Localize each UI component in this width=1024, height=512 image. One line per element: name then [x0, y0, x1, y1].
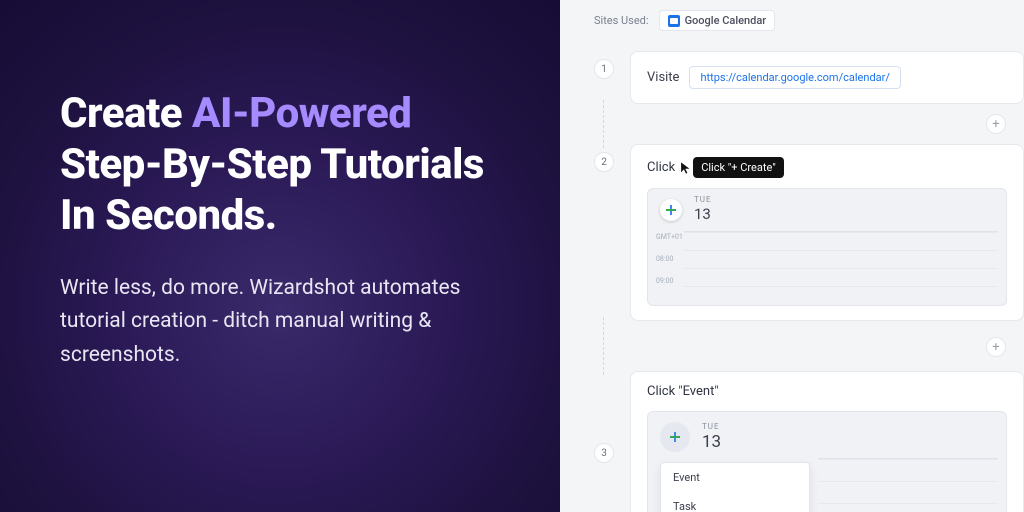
step-2-title: Click Click "+ Create": [647, 157, 1007, 178]
add-step-button[interactable]: +: [986, 337, 1006, 357]
step-1-action-label: Visite: [647, 70, 679, 85]
step-3: 3 Click "Event" TUE 13 Event Task: [594, 371, 1024, 512]
hero-headline: Create AI-Powered Step-By-Step Tutorials…: [60, 88, 510, 242]
step-2-number: 2: [594, 152, 614, 172]
google-calendar-icon: [668, 15, 680, 27]
hero-subcopy: Write less, do more. Wizardshot automate…: [60, 272, 490, 373]
menu-item-event[interactable]: Event: [661, 463, 809, 492]
site-chip-label: Google Calendar: [685, 14, 767, 27]
time-column: GMT+01 08:00 09:00: [656, 233, 683, 285]
cursor-icon: [679, 161, 693, 175]
step-1-url[interactable]: https://calendar.google.com/calendar/: [689, 66, 900, 89]
day-abbrev: TUE: [694, 195, 712, 204]
day-abbrev: TUE: [702, 422, 720, 431]
step-2: 2 Click Click "+ Create" TUE 13: [594, 144, 1024, 321]
hero-panel: Create AI-Powered Step-By-Step Tutorials…: [0, 0, 560, 512]
create-fab-icon: [660, 199, 682, 221]
step-1-number: 1: [594, 59, 614, 79]
time-row: 09:00: [656, 277, 683, 285]
site-chip-google-calendar[interactable]: Google Calendar: [659, 10, 776, 31]
step-1: 1 Visite https://calendar.google.com/cal…: [594, 51, 1024, 104]
calendar-grid: [818, 458, 998, 512]
day-number: 13: [702, 432, 721, 452]
menu-item-task[interactable]: Task: [661, 492, 809, 512]
step-3-title: Click "Event": [647, 384, 1007, 399]
step-3-card[interactable]: Click "Event" TUE 13 Event Task: [630, 371, 1024, 512]
hero-h1-b: Step-By-Step Tutorials In Seconds.: [60, 140, 484, 240]
plus-multicolor-icon: [666, 205, 676, 215]
hero-h1-accent: AI-Powered: [192, 89, 411, 138]
connector-1-2: +: [594, 104, 1024, 144]
hero-h1-a: Create: [60, 89, 192, 138]
app-preview: Sites Used: Google Calendar 1 Visite htt…: [560, 0, 1024, 512]
day-number: 13: [694, 205, 711, 223]
plus-multicolor-icon: [670, 432, 680, 442]
sites-used-label: Sites Used:: [594, 14, 649, 27]
step-3-screenshot: TUE 13 Event Task: [647, 411, 1007, 512]
time-row: 08:00: [656, 255, 683, 263]
step-2-card[interactable]: Click Click "+ Create" TUE 13 GMT+01 08:…: [630, 144, 1024, 321]
step-1-card[interactable]: Visite https://calendar.google.com/calen…: [630, 51, 1024, 104]
step-2-tooltip: Click "+ Create": [693, 157, 784, 178]
calendar-grid: [684, 231, 998, 297]
sites-used-row: Sites Used: Google Calendar: [594, 10, 1024, 31]
step-3-number: 3: [594, 443, 614, 463]
step-2-title-prefix: Click: [647, 160, 675, 175]
create-fab-icon: [660, 422, 690, 452]
step-2-screenshot: TUE 13 GMT+01 08:00 09:00: [647, 188, 1007, 306]
add-step-button[interactable]: +: [986, 114, 1006, 134]
time-row: GMT+01: [656, 233, 683, 241]
connector-2-3: +: [594, 321, 1024, 371]
create-menu: Event Task: [660, 462, 810, 512]
